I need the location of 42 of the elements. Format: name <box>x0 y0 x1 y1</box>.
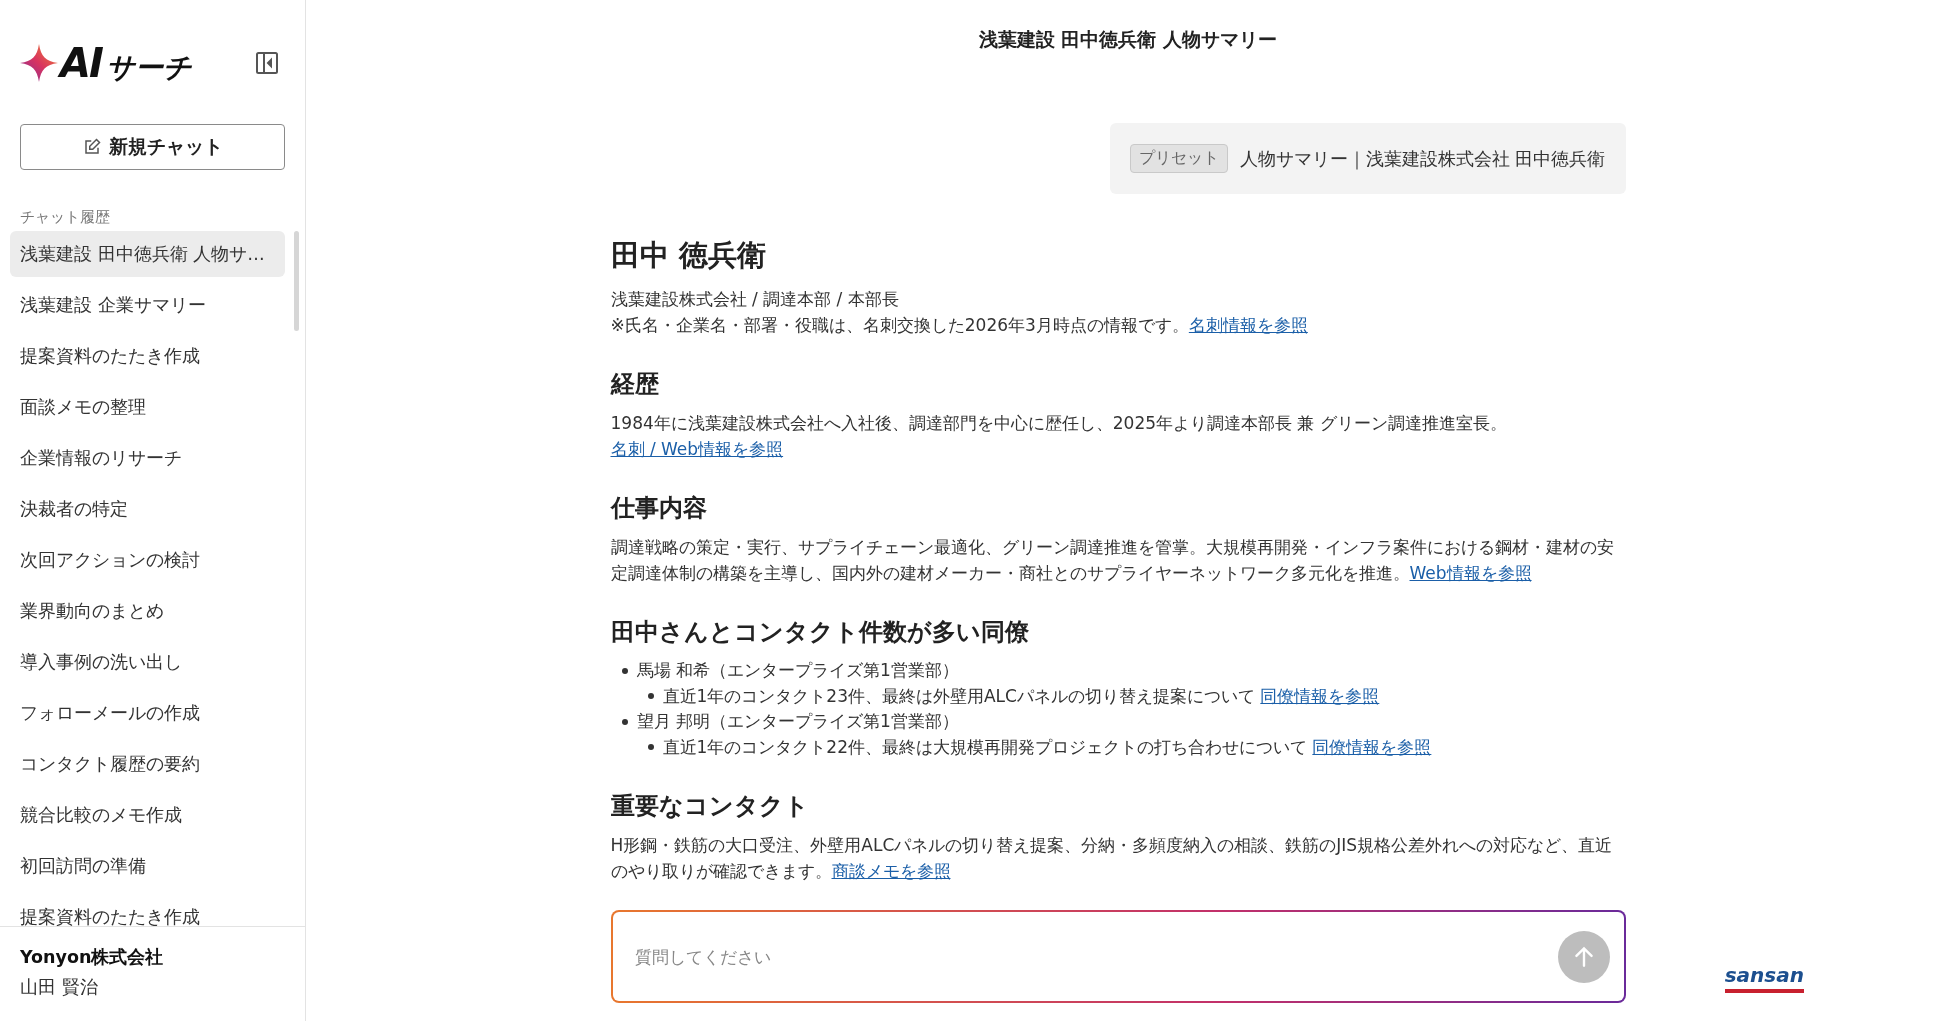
user-name: 山田 賢治 <box>20 976 99 999</box>
section-heading: 仕事内容 <box>610 493 708 524</box>
chat-title: 浅葉建設 田中徳兵衛 人物サマリー <box>978 27 1278 52</box>
reference-link[interactable]: 名刺情報を参照 <box>1188 315 1308 335</box>
new-chat-button[interactable]: 新規チャット <box>20 124 285 170</box>
chat-history-item[interactable]: 浅葉建設 田中徳兵衛 人物サ… <box>10 231 285 277</box>
brand-logo: sansan <box>1724 965 1804 993</box>
chat-history-item[interactable]: 企業情報のリサーチ <box>10 435 285 481</box>
preset-tag: プリセット <box>1129 144 1228 173</box>
paragraph: H形鋼・鉄筋の大口受注、外壁用ALCパネルの切り替え提案、分納・多頻度納入の相談、鉄筋のJIS規格公差外れへの対応など、直近のやり取りが確認できます。商談メモを参照 <box>610 834 1614 883</box>
chat-history-item[interactable]: 業界動向のまとめ <box>10 588 285 634</box>
reference-link[interactable]: 同僚情報を参照 <box>1260 685 1380 706</box>
chat-history-item[interactable]: 提案資料のたたき作成 <box>10 333 285 379</box>
list-item: 直近1年のコンタクト23件、最終は外壁用ALCパネルの切り替え提案について 同僚情報を参照 <box>662 684 1380 708</box>
reference-link[interactable]: Web情報を参照 <box>1409 563 1532 583</box>
paragraph: ※氏名・企業名・部署・役職は、名刺交換した2026年3月時点の情報です。名刺情報を参照 <box>610 314 1309 337</box>
chat-history-item[interactable]: フォローメールの作成 <box>10 690 285 736</box>
paragraph: 調達戦略の策定・実行、サプライチェーン最適化、グリーン調達推進を管掌。大規模再開発・インフラ案件における鋼材・建材の安定調達体制の構築を主導し、国内外の建材メーカー・商社とのサプライヤーネットワーク多元化を推進。Web情報を参照 <box>610 536 1615 585</box>
list-item: 望月 邦明（エンタープライズ第1営業部） <box>636 710 959 733</box>
chat-history-item[interactable]: 面談メモの整理 <box>10 384 285 430</box>
reference-link[interactable]: 商談メモを参照 <box>831 861 951 881</box>
list-item: 直近1年のコンタクト22件、最終は大規模再開発プロジェクトの打ち合わせについて 同僚情報を参照 <box>662 735 1432 759</box>
chat-history-item[interactable]: 競合比較のメモ作成 <box>10 792 285 838</box>
section-heading: 重要なコンタクト <box>610 791 810 822</box>
reference-link[interactable]: 名刺 / Web情報を参照 <box>610 439 784 459</box>
section-heading: 田中さんとコンタクト件数が多い同僚 <box>610 617 1030 648</box>
chat-history-item[interactable]: 導入事例の洗い出し <box>10 639 285 685</box>
reference-link[interactable]: 同僚情報を参照 <box>1312 736 1432 757</box>
paragraph: 1984年に浅葉建設株式会社へ入社後、調達部門を中心に歴任し、2025年より調達本部長 兼 グリーン調達推進室長。 <box>610 412 1508 435</box>
chat-history-item[interactable]: 提案資料のたたき作成 <box>10 894 285 926</box>
prompt-text: 人物サマリー｜浅葉建設株式会社 田中徳兵衛 <box>1239 147 1606 171</box>
chat-history-item[interactable]: 浅葉建設 企業サマリー <box>10 282 285 328</box>
chat-history-item[interactable]: 初回訪問の準備 <box>10 843 285 889</box>
chat-history-item[interactable]: 次回アクションの検討 <box>10 537 285 583</box>
section-label: チャット履歴 <box>20 208 111 227</box>
list-item: 馬場 和希（エンタープライズ第1営業部） <box>636 659 959 682</box>
chat-history-item[interactable]: 決裁者の特定 <box>10 486 285 532</box>
person-name: 田中 徳兵衛 <box>610 237 767 274</box>
section-heading: 経歴 <box>610 369 660 400</box>
paragraph: 浅葉建設株式会社 / 調達本部 / 本部長 <box>610 288 900 311</box>
chat-history-item[interactable]: コンタクト履歴の要約 <box>10 741 285 787</box>
company-name: Yonyon株式会社 <box>20 946 165 969</box>
